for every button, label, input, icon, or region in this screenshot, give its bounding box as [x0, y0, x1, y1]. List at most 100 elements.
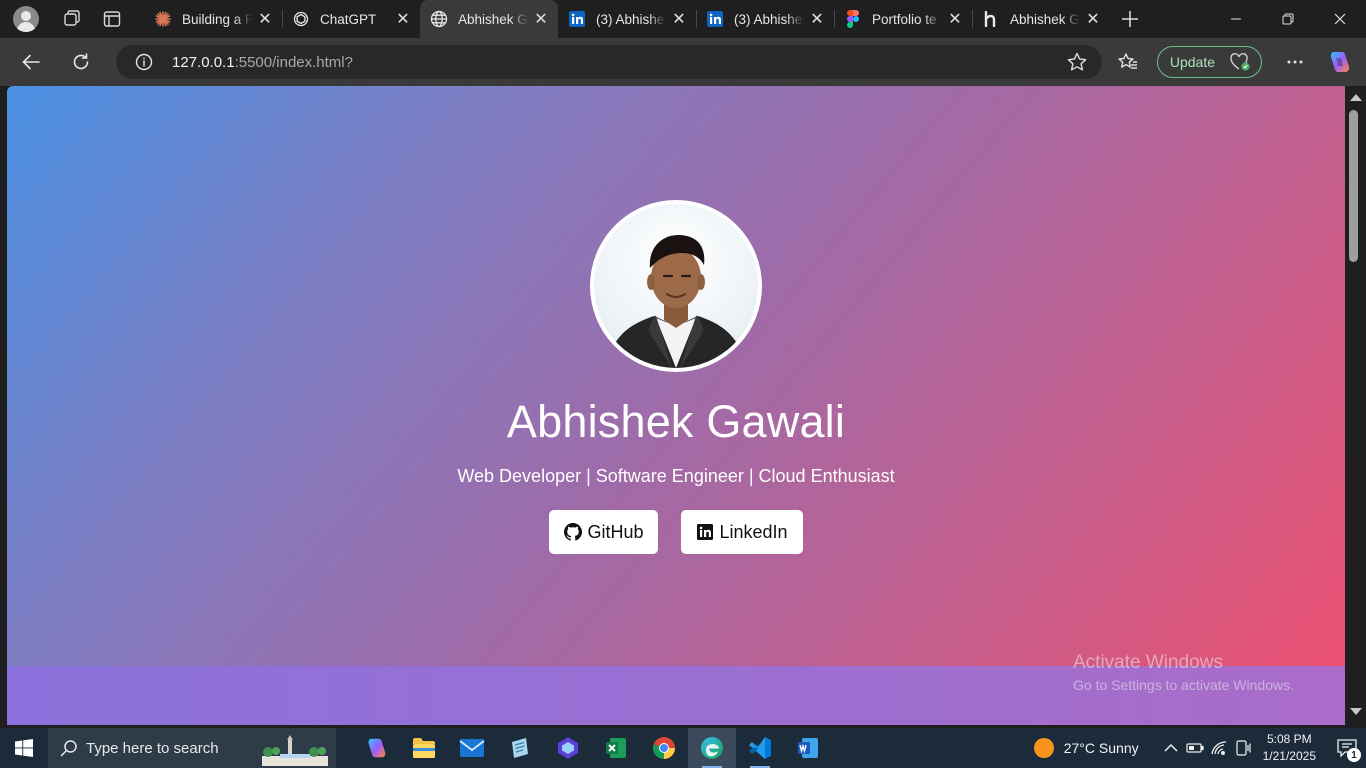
- hero-section: Abhishek Gawali Web Developer | Software…: [7, 86, 1345, 666]
- volume-status[interactable]: [1231, 728, 1255, 768]
- page-viewport: Abhishek Gawali Web Developer | Software…: [7, 86, 1345, 725]
- favorites-icon: [1118, 53, 1137, 69]
- minimize-button[interactable]: [1210, 0, 1262, 38]
- vscode-icon: [749, 737, 771, 759]
- social-buttons: GitHub LinkedIn: [549, 510, 803, 554]
- minimize-icon: [1231, 18, 1241, 20]
- close-icon[interactable]: ✕: [808, 10, 826, 28]
- back-arrow-icon: [22, 54, 40, 70]
- workspaces-button[interactable]: [52, 0, 92, 38]
- copilot-button[interactable]: [1318, 44, 1360, 80]
- network-status[interactable]: [1207, 728, 1231, 768]
- workspaces-icon: [64, 10, 80, 26]
- start-button[interactable]: [0, 728, 48, 768]
- github-icon: [564, 523, 583, 541]
- close-window-button[interactable]: [1314, 0, 1366, 38]
- tab-title: Building a P: [182, 11, 252, 27]
- mail-icon: [459, 739, 485, 757]
- taskbar-word[interactable]: [784, 728, 832, 768]
- refresh-icon: [73, 53, 89, 70]
- windows-taskbar: Type here to search 27°C Sunny 5:08 PM 1…: [0, 728, 1366, 768]
- weather-widget[interactable]: 27°C Sunny: [1033, 738, 1139, 758]
- clock-date: 1/21/2025: [1262, 749, 1316, 763]
- taskbar-chrome[interactable]: [640, 728, 688, 768]
- tab-title: Abhishek G: [1010, 11, 1080, 27]
- chevron-up-icon: [1164, 743, 1178, 752]
- update-heart-icon: [1230, 53, 1250, 71]
- weather-text: 27°C Sunny: [1063, 740, 1139, 756]
- update-button[interactable]: Update: [1156, 46, 1262, 78]
- restore-button[interactable]: [1262, 0, 1314, 38]
- url-text[interactable]: 127.0.0.1:5500/index.html?: [172, 54, 353, 71]
- taskbar-copilot[interactable]: [352, 728, 400, 768]
- speaker-phone-icon: [1236, 740, 1251, 756]
- tab[interactable]: Abhishek G ✕: [972, 0, 1110, 38]
- tab[interactable]: (3) Abhishek ✕: [696, 0, 834, 38]
- system-tray: 27°C Sunny 5:08 PM 1/21/2025 1: [1033, 728, 1366, 768]
- restore-icon: [1282, 13, 1294, 25]
- taskbar-excel[interactable]: [592, 728, 640, 768]
- refresh-button[interactable]: [60, 44, 102, 80]
- claude-icon: [154, 10, 172, 28]
- taskbar-media-app[interactable]: [544, 728, 592, 768]
- address-bar[interactable]: 127.0.0.1:5500/index.html?: [116, 45, 1102, 79]
- tab-active[interactable]: Abhishek G ✕: [420, 0, 558, 38]
- back-button[interactable]: [10, 44, 52, 80]
- battery-status[interactable]: [1183, 728, 1207, 768]
- taskbar-clock[interactable]: 5:08 PM 1/21/2025: [1263, 731, 1316, 765]
- watermark-title: Activate Windows: [1073, 652, 1223, 673]
- taskbar-edge[interactable]: [688, 728, 736, 768]
- activate-windows-watermark: Activate Windows Go to Settings to activ…: [1073, 652, 1294, 693]
- taskbar-search[interactable]: Type here to search: [48, 728, 336, 768]
- linkedin-button[interactable]: LinkedIn: [681, 510, 803, 554]
- word-icon: [798, 738, 818, 758]
- plus-icon: [1122, 11, 1138, 27]
- github-button[interactable]: GitHub: [549, 510, 659, 554]
- taskbar-vscode[interactable]: [736, 728, 784, 768]
- new-tab-button[interactable]: [1110, 0, 1150, 38]
- show-hidden-icons-button[interactable]: [1159, 728, 1183, 768]
- folder-icon: [413, 738, 435, 758]
- tab[interactable]: (3) Abhishek ✕: [558, 0, 696, 38]
- vertical-tabs-button[interactable]: [92, 0, 132, 38]
- wifi-icon: [1210, 741, 1226, 755]
- taskbar-mail[interactable]: [448, 728, 496, 768]
- page-scrollbar[interactable]: [1345, 86, 1366, 725]
- scroll-down-arrow-icon[interactable]: [1350, 708, 1362, 715]
- clipchamp-icon: [558, 737, 578, 759]
- linkedin-label: LinkedIn: [719, 521, 788, 542]
- taskbar-file-explorer[interactable]: [400, 728, 448, 768]
- close-icon[interactable]: ✕: [1084, 10, 1102, 28]
- site-info-icon[interactable]: [126, 45, 162, 79]
- tab-title: Portfolio te: [872, 11, 937, 27]
- hero-tagline: Web Developer | Software Engineer | Clou…: [457, 466, 895, 486]
- close-icon[interactable]: ✕: [946, 10, 964, 28]
- linkedin-icon: [568, 10, 586, 28]
- settings-more-button[interactable]: [1274, 44, 1316, 80]
- scrollbar-thumb[interactable]: [1349, 110, 1358, 262]
- close-icon[interactable]: ✕: [670, 10, 688, 28]
- favorite-star-icon[interactable]: [1066, 51, 1088, 78]
- taskbar-notes[interactable]: [496, 728, 544, 768]
- close-icon[interactable]: ✕: [532, 10, 550, 28]
- tab-title: (3) Abhishek: [734, 11, 804, 27]
- close-icon[interactable]: ✕: [394, 10, 412, 28]
- profile-button[interactable]: [0, 0, 52, 38]
- tab-title: (3) Abhishek: [596, 11, 666, 27]
- browser-toolbar: 127.0.0.1:5500/index.html? Update: [0, 38, 1366, 86]
- url-host: 127.0.0.1: [172, 53, 235, 71]
- more-dots-icon: [1287, 60, 1303, 64]
- scroll-up-arrow-icon[interactable]: [1350, 94, 1362, 101]
- tab-title: ChatGPT: [320, 11, 377, 27]
- favorites-button[interactable]: [1107, 44, 1149, 80]
- tab[interactable]: ChatGPT ✕: [282, 0, 420, 38]
- window-controls: [1210, 0, 1366, 38]
- url-path: :5500/index.html?: [234, 53, 353, 71]
- notification-center-button[interactable]: 1: [1328, 728, 1366, 768]
- tab[interactable]: Portfolio te ✕: [834, 0, 972, 38]
- copilot-app-icon: [368, 738, 386, 758]
- close-icon[interactable]: ✕: [256, 10, 274, 28]
- tab[interactable]: Building a P ✕: [144, 0, 282, 38]
- github-label: GitHub: [587, 521, 644, 542]
- excel-icon: [606, 738, 626, 758]
